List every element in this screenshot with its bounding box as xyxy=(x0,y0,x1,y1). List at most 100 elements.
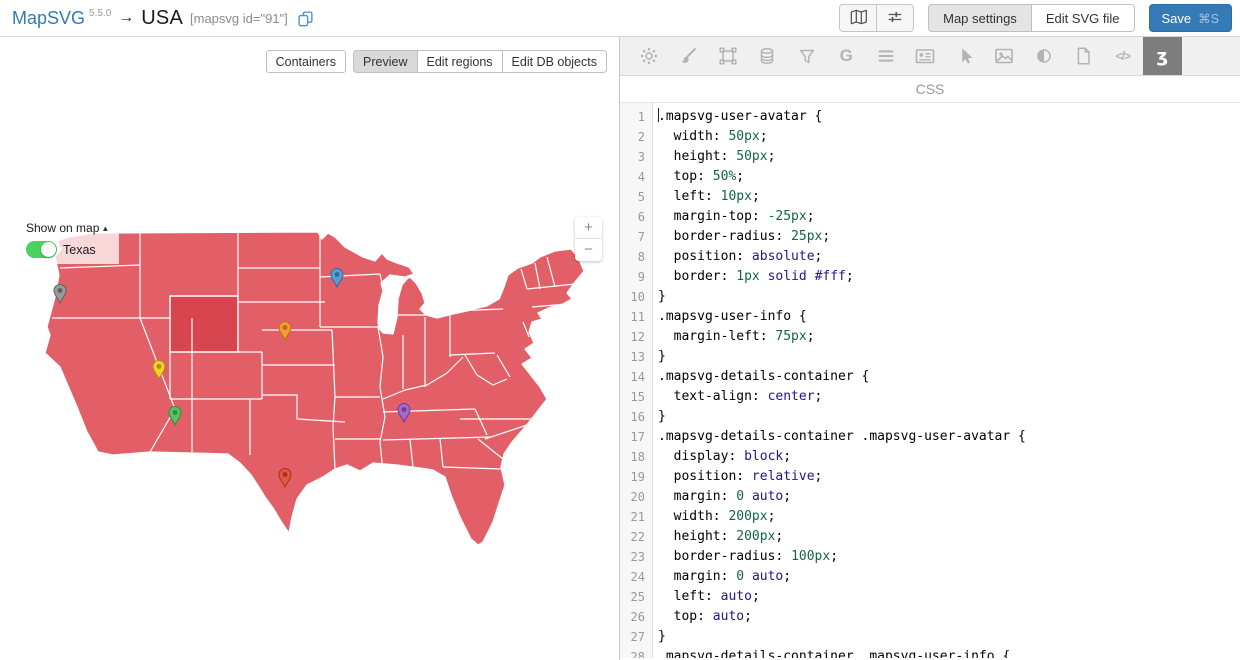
code-js-icon: </> xyxy=(1116,47,1130,65)
code-line[interactable]: margin-left: 75px; xyxy=(658,327,1240,347)
toolbar-tab-database[interactable] xyxy=(748,37,788,75)
css-editor[interactable]: 1234567891011121314151617181920212223242… xyxy=(620,103,1240,658)
code-line[interactable]: border-radius: 25px; xyxy=(658,227,1240,247)
line-number: 18 xyxy=(620,447,652,467)
code-line[interactable]: .mapsvg-details-container { xyxy=(658,367,1240,387)
toolbar-tab-google-g[interactable]: G xyxy=(827,37,867,75)
zoom-out-button[interactable]: − xyxy=(575,239,602,261)
code-line[interactable]: border-radius: 100px; xyxy=(658,547,1240,567)
map-settings-button[interactable]: Map settings xyxy=(928,4,1032,32)
code-line[interactable]: } xyxy=(658,627,1240,647)
view-tab-edit-db-objects[interactable]: Edit DB objects xyxy=(502,50,607,73)
toolbar-tab-settings-gear[interactable] xyxy=(629,37,669,75)
code-line[interactable]: .mapsvg-details-container .mapsvg-user-i… xyxy=(658,647,1240,658)
toggle-contrast-icon xyxy=(1033,45,1055,67)
legend-row-texas: Texas xyxy=(26,241,113,258)
line-number: 8 xyxy=(620,247,652,267)
texas-label: Texas xyxy=(63,243,96,257)
code-line[interactable]: margin-top: -25px; xyxy=(658,207,1240,227)
app-version: 5.5.0 xyxy=(89,8,111,19)
code-line[interactable]: top: auto; xyxy=(658,607,1240,627)
zoom-in-button[interactable]: + xyxy=(575,217,602,239)
save-shortcut: ⌘S xyxy=(1198,11,1219,26)
toolbar-tab-cursor-actions[interactable] xyxy=(945,37,985,75)
code-line[interactable]: .mapsvg-user-avatar { xyxy=(658,107,1240,127)
cursor-actions-icon xyxy=(954,45,976,67)
line-number: 10 xyxy=(620,287,652,307)
state-wyoming-selected[interactable] xyxy=(170,296,238,352)
line-number: 4 xyxy=(620,167,652,187)
line-number: 27 xyxy=(620,627,652,647)
toolbar-tab-paint-brush[interactable] xyxy=(669,37,709,75)
line-number: 14 xyxy=(620,367,652,387)
line-number: 23 xyxy=(620,547,652,567)
header-actions: Map settings Edit SVG file Save ⌘S xyxy=(839,4,1232,32)
code-line[interactable]: } xyxy=(658,347,1240,367)
panel-title: CSS xyxy=(620,76,1240,103)
code-line[interactable]: top: 50%; xyxy=(658,167,1240,187)
css3-icon: ʒ xyxy=(1156,46,1168,67)
line-number: 9 xyxy=(620,267,652,287)
code-line[interactable]: width: 50px; xyxy=(658,127,1240,147)
view-mode-tabs: PreviewEdit regionsEdit DB objects xyxy=(353,50,607,73)
toolbar-tab-menu-list[interactable] xyxy=(866,37,906,75)
code-line[interactable]: position: relative; xyxy=(658,467,1240,487)
containers-button[interactable]: Containers xyxy=(266,50,346,73)
settings-mode-switch: Map settings Edit SVG file xyxy=(928,4,1134,32)
code-line[interactable]: height: 200px; xyxy=(658,527,1240,547)
toolbar-tab-template-file[interactable] xyxy=(1064,37,1104,75)
maps-list-icon xyxy=(848,7,868,30)
code-line[interactable]: } xyxy=(658,407,1240,427)
save-label: Save xyxy=(1162,11,1192,26)
maps-list-button[interactable] xyxy=(839,4,877,32)
menu-list-icon xyxy=(875,45,897,67)
collapse-arrow-icon: ▲ xyxy=(101,224,109,233)
toolbar-tab-containers-frame[interactable] xyxy=(708,37,748,75)
toolbar-tab-css3[interactable]: ʒ xyxy=(1143,37,1183,75)
editor-code[interactable]: .mapsvg-user-avatar { width: 50px; heigh… xyxy=(653,103,1240,658)
mapsvg-app: MapSVG 5.5.0 → USA [mapsvg id="91"] xyxy=(0,0,1240,660)
usa-map[interactable] xyxy=(35,227,595,557)
code-line[interactable]: border: 1px solid #fff; xyxy=(658,267,1240,287)
code-line[interactable]: width: 200px; xyxy=(658,507,1240,527)
us-outline[interactable] xyxy=(45,232,584,545)
toolbar-tab-code-js[interactable]: </> xyxy=(1103,37,1143,75)
texas-toggle[interactable] xyxy=(26,241,57,258)
line-number: 2 xyxy=(620,127,652,147)
code-line[interactable]: .mapsvg-user-info { xyxy=(658,307,1240,327)
toolbar-tab-details-card[interactable] xyxy=(906,37,946,75)
template-file-icon xyxy=(1072,45,1094,67)
options-button[interactable] xyxy=(876,4,914,32)
toolbar-tab-toggle-contrast[interactable] xyxy=(1024,37,1064,75)
code-line[interactable]: height: 50px; xyxy=(658,147,1240,167)
app-logo[interactable]: MapSVG xyxy=(12,8,85,29)
toggle-knob xyxy=(41,242,56,257)
code-line[interactable]: margin: 0 auto; xyxy=(658,567,1240,587)
code-line[interactable]: left: auto; xyxy=(658,587,1240,607)
view-tab-edit-regions[interactable]: Edit regions xyxy=(417,50,503,73)
line-number: 25 xyxy=(620,587,652,607)
state-border xyxy=(554,305,556,319)
line-number: 16 xyxy=(620,407,652,427)
line-number: 21 xyxy=(620,507,652,527)
code-line[interactable]: text-align: center; xyxy=(658,387,1240,407)
code-line[interactable]: left: 10px; xyxy=(658,187,1240,207)
show-on-map-dropdown: Show on map▲ Texas xyxy=(20,218,119,264)
code-line[interactable]: } xyxy=(658,287,1240,307)
save-button[interactable]: Save ⌘S xyxy=(1149,4,1232,32)
code-line[interactable]: position: absolute; xyxy=(658,247,1240,267)
view-tab-preview[interactable]: Preview xyxy=(353,50,417,73)
line-number: 15 xyxy=(620,387,652,407)
show-on-map-label[interactable]: Show on map▲ xyxy=(26,221,113,235)
toolbar-tab-filters-funnel[interactable] xyxy=(787,37,827,75)
edit-svg-file-button[interactable]: Edit SVG file xyxy=(1031,4,1135,32)
copy-icon[interactable] xyxy=(297,10,314,27)
line-number: 7 xyxy=(620,227,652,247)
code-line[interactable]: display: block; xyxy=(658,447,1240,467)
code-line[interactable]: margin: 0 auto; xyxy=(658,487,1240,507)
line-number: 22 xyxy=(620,527,652,547)
line-number: 28 xyxy=(620,647,652,658)
line-number: 3 xyxy=(620,147,652,167)
code-line[interactable]: .mapsvg-details-container .mapsvg-user-a… xyxy=(658,427,1240,447)
toolbar-tab-images[interactable] xyxy=(985,37,1025,75)
